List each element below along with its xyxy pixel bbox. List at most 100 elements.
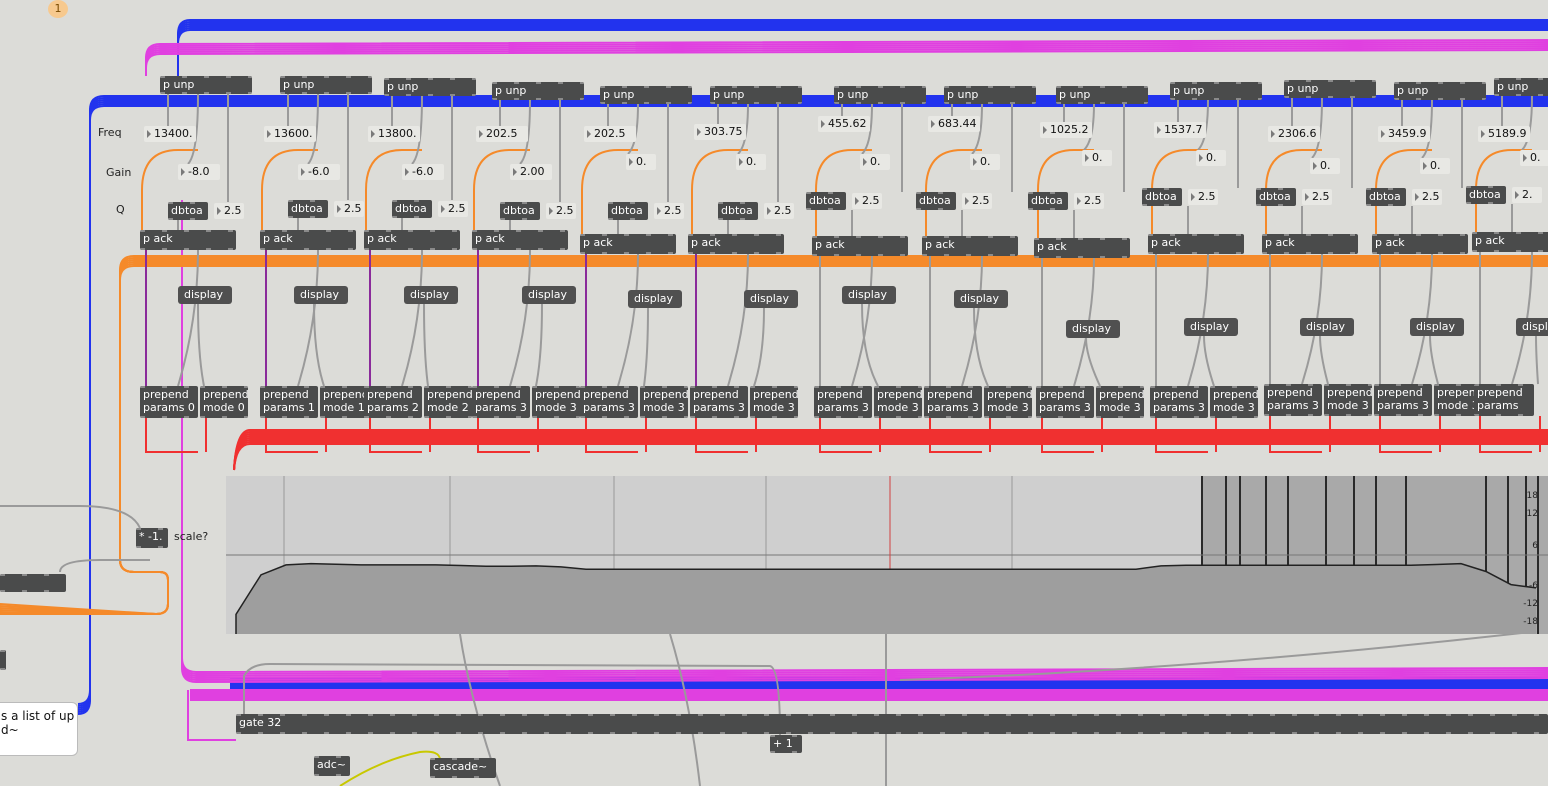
- unpack-object[interactable]: p unp: [160, 76, 252, 94]
- display-message[interactable]: display: [1184, 318, 1238, 336]
- unpack-object[interactable]: p unp: [384, 78, 476, 96]
- freq-number[interactable]: 202.5: [584, 126, 636, 142]
- freq-number[interactable]: 1537.7: [1154, 122, 1206, 138]
- prepend-mode-object[interactable]: prepend mode 0: [200, 386, 248, 418]
- scale-multiply-object[interactable]: * -1.: [136, 528, 168, 548]
- gain-number[interactable]: 0.: [1520, 150, 1548, 166]
- plus-one-object[interactable]: + 1: [770, 735, 802, 753]
- left-edge-small-object[interactable]: [0, 650, 6, 670]
- filtergraph-display[interactable]: 18 12 6 -6 -12 -18: [226, 476, 1548, 634]
- pack-object[interactable]: p ack: [140, 230, 236, 250]
- dbtoa-object[interactable]: dbtoa: [1028, 192, 1068, 210]
- prepend-params-object[interactable]: prepend params: [1474, 384, 1534, 416]
- q-number[interactable]: 2.5: [962, 193, 992, 209]
- dbtoa-object[interactable]: dbtoa: [916, 192, 956, 210]
- q-number[interactable]: 2.: [1512, 187, 1542, 203]
- pack-object[interactable]: p ack: [472, 230, 568, 250]
- unpack-object[interactable]: p unp: [1494, 78, 1548, 96]
- gain-number[interactable]: -6.0: [402, 164, 444, 180]
- gain-number[interactable]: 0.: [1310, 158, 1340, 174]
- q-number[interactable]: 2.5: [214, 203, 244, 219]
- prepend-params-object[interactable]: prepend params 3: [580, 386, 638, 418]
- prepend-mode-object[interactable]: prepend mode 3: [1210, 386, 1258, 418]
- display-message[interactable]: display: [294, 286, 348, 304]
- prepend-params-object[interactable]: prepend params 3: [690, 386, 748, 418]
- gate-32-object[interactable]: gate 32: [236, 714, 1548, 734]
- freq-number[interactable]: 2306.6: [1268, 126, 1320, 142]
- pack-object[interactable]: p ack: [1148, 234, 1244, 254]
- q-number[interactable]: 2.5: [1302, 189, 1332, 205]
- pack-object[interactable]: p ack: [1472, 232, 1548, 252]
- pack-object[interactable]: p ack: [1262, 234, 1358, 254]
- pack-object[interactable]: p ack: [1034, 238, 1130, 258]
- dbtoa-object[interactable]: dbtoa: [168, 202, 208, 220]
- pack-object[interactable]: p ack: [812, 236, 908, 256]
- prepend-params-object[interactable]: prepend params 2: [364, 386, 422, 418]
- prepend-params-object[interactable]: prepend params 3: [814, 386, 872, 418]
- freq-number[interactable]: 683.44: [928, 116, 980, 132]
- unpack-object[interactable]: p unp: [1394, 82, 1486, 100]
- dbtoa-object[interactable]: dbtoa: [288, 200, 328, 218]
- left-edge-object[interactable]: [0, 574, 66, 592]
- pack-object[interactable]: p ack: [364, 230, 460, 250]
- prepend-params-object[interactable]: prepend params 3: [1150, 386, 1208, 418]
- dbtoa-object[interactable]: dbtoa: [608, 202, 648, 220]
- dbtoa-object[interactable]: dbtoa: [1142, 188, 1182, 206]
- dbtoa-object[interactable]: dbtoa: [1466, 186, 1506, 204]
- display-message[interactable]: display: [628, 290, 682, 308]
- prepend-params-object[interactable]: prepend params 0: [140, 386, 198, 418]
- prepend-mode-object[interactable]: prepend mode 3: [750, 386, 798, 418]
- q-number[interactable]: 2.5: [546, 203, 576, 219]
- prepend-mode-object[interactable]: prepend mode 3: [1324, 384, 1372, 416]
- prepend-params-object[interactable]: prepend params 3: [1374, 384, 1432, 416]
- gain-number[interactable]: 0.: [1420, 158, 1450, 174]
- display-message[interactable]: display: [1410, 318, 1464, 336]
- gain-number[interactable]: 0.: [860, 154, 890, 170]
- gain-number[interactable]: 0.: [1196, 150, 1226, 166]
- cascade-object[interactable]: cascade~: [430, 758, 496, 778]
- dbtoa-object[interactable]: dbtoa: [500, 202, 540, 220]
- q-number[interactable]: 2.5: [1188, 189, 1218, 205]
- prepend-params-object[interactable]: prepend params 3: [924, 386, 982, 418]
- q-number[interactable]: 2.5: [334, 201, 364, 217]
- display-message[interactable]: display: [842, 286, 896, 304]
- freq-number[interactable]: 303.75: [694, 124, 746, 140]
- unpack-object[interactable]: p unp: [1170, 82, 1262, 100]
- freq-number[interactable]: 13800.: [368, 126, 420, 142]
- gain-number[interactable]: -8.0: [178, 164, 220, 180]
- display-message[interactable]: display: [522, 286, 576, 304]
- unpack-object[interactable]: p unp: [600, 86, 692, 104]
- freq-number[interactable]: 455.62: [818, 116, 870, 132]
- q-number[interactable]: 2.5: [1074, 193, 1104, 209]
- pack-object[interactable]: p ack: [688, 234, 784, 254]
- prepend-mode-object[interactable]: prepend mode 3: [532, 386, 580, 418]
- unpack-object[interactable]: p unp: [944, 86, 1036, 104]
- freq-number[interactable]: 3459.9: [1378, 126, 1430, 142]
- gain-number[interactable]: 2.00: [510, 164, 552, 180]
- display-message[interactable]: display: [1300, 318, 1354, 336]
- unpack-object[interactable]: p unp: [1056, 86, 1148, 104]
- prepend-mode-object[interactable]: prepend mode 3: [640, 386, 688, 418]
- display-message[interactable]: display: [744, 290, 798, 308]
- dbtoa-object[interactable]: dbtoa: [718, 202, 758, 220]
- pack-object[interactable]: p ack: [580, 234, 676, 254]
- dbtoa-object[interactable]: dbtoa: [806, 192, 846, 210]
- prepend-params-object[interactable]: prepend params 3: [1036, 386, 1094, 418]
- dbtoa-object[interactable]: dbtoa: [1366, 188, 1406, 206]
- prepend-mode-object[interactable]: prepend mode 1: [320, 386, 368, 418]
- gain-number[interactable]: -6.0: [298, 164, 340, 180]
- freq-number[interactable]: 13400.: [144, 126, 196, 142]
- prepend-mode-object[interactable]: prepend mode 2: [424, 386, 472, 418]
- freq-number[interactable]: 1025.2: [1040, 122, 1092, 138]
- prepend-params-object[interactable]: prepend params 3: [472, 386, 530, 418]
- q-number[interactable]: 2.5: [1412, 189, 1442, 205]
- pack-object[interactable]: p ack: [260, 230, 356, 250]
- unpack-object[interactable]: p unp: [492, 82, 584, 100]
- q-number[interactable]: 2.5: [764, 203, 794, 219]
- dbtoa-object[interactable]: dbtoa: [392, 200, 432, 218]
- pack-object[interactable]: p ack: [1372, 234, 1468, 254]
- prepend-mode-object[interactable]: prepend mode 3: [1096, 386, 1144, 418]
- freq-number[interactable]: 202.5: [476, 126, 528, 142]
- gain-number[interactable]: 0.: [1082, 150, 1112, 166]
- display-message[interactable]: display: [1516, 318, 1548, 336]
